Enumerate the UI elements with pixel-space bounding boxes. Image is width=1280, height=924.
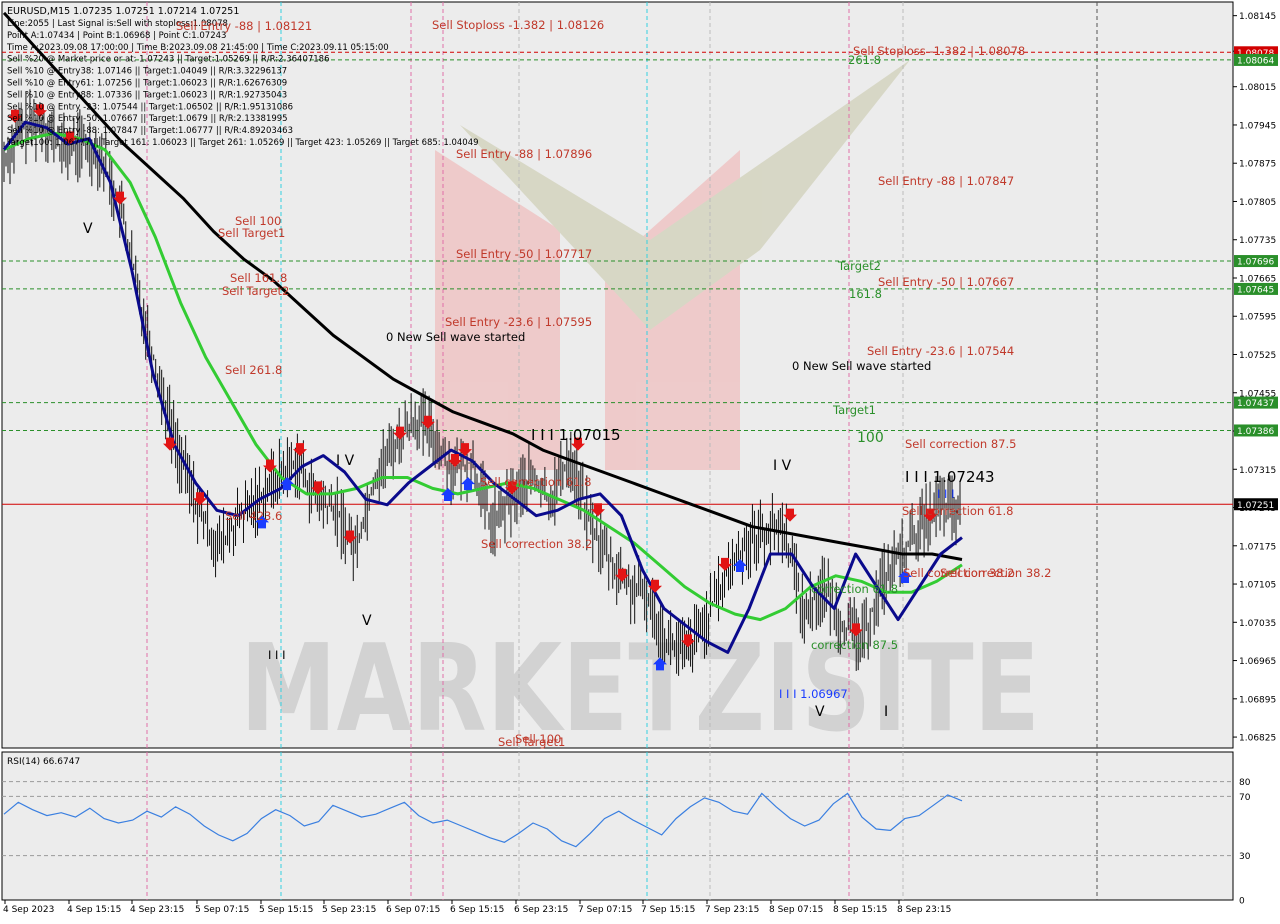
time-tick-label: 8 Sep 07:15 bbox=[769, 905, 823, 915]
chart-annotation: Sell Entry -88 | 1.08121 bbox=[176, 19, 312, 33]
chart-annotation: correction 61.8 bbox=[811, 582, 898, 596]
chart-annotation: 0 New Sell wave started bbox=[792, 359, 931, 373]
info-line: Sell %10 @ Entry38: 1.07146 || Target:1.… bbox=[7, 67, 287, 77]
time-tick-label: 5 Sep 15:15 bbox=[259, 905, 313, 915]
time-tick-label: 5 Sep 23:15 bbox=[322, 905, 376, 915]
chart-annotation: I I I 1.06967 bbox=[779, 687, 848, 701]
chart-annotation: I I I 1.07015 bbox=[531, 426, 621, 444]
price-tick-label: 1.07175 bbox=[1239, 542, 1276, 552]
price-tag-label: 1.08064 bbox=[1237, 56, 1274, 66]
chart-annotation: I bbox=[884, 704, 888, 720]
chart-annotation: Sell correction 87.5 bbox=[905, 437, 1016, 451]
chart-annotation: Sell 423.6 bbox=[225, 509, 282, 523]
chart-annotation: I V bbox=[773, 458, 792, 474]
chart-annotation: 0 New Sell wave started bbox=[386, 330, 525, 344]
price-tick-label: 1.07035 bbox=[1239, 619, 1276, 629]
time-tick-label: 4 Sep 23:15 bbox=[130, 905, 184, 915]
chart-annotation: Sell Target2 bbox=[222, 284, 289, 298]
chart-annotation: Sell correction 61.8 bbox=[902, 504, 1013, 518]
time-tick-label: 4 Sep 15:15 bbox=[67, 905, 121, 915]
time-tick-label: 7 Sep 15:15 bbox=[641, 905, 695, 915]
info-line: Sell %10 @ Entry -88: 1.07847 || Target:… bbox=[7, 126, 293, 136]
rsi-axis-label: 80 bbox=[1239, 778, 1251, 788]
time-tick-label: 8 Sep 23:15 bbox=[897, 905, 951, 915]
price-tick-label: 1.06965 bbox=[1239, 657, 1276, 667]
info-line: Sell %10 @ Entry88: 1.07336 || Target:1.… bbox=[7, 90, 287, 100]
chart-annotation: 261.8 bbox=[848, 53, 881, 67]
time-tick-label: 8 Sep 15:15 bbox=[833, 905, 887, 915]
time-tick-label: 6 Sep 07:15 bbox=[386, 905, 440, 915]
price-tick-label: 1.07875 bbox=[1239, 160, 1276, 170]
chart-annotation: V bbox=[362, 613, 372, 629]
rsi-axis-label: 70 bbox=[1239, 793, 1251, 803]
price-tick-label: 1.08145 bbox=[1239, 12, 1276, 22]
chart-annotation: 161.8 bbox=[849, 287, 882, 301]
chart-annotation: V bbox=[83, 221, 93, 237]
price-tick-label: 1.07105 bbox=[1239, 581, 1276, 591]
info-line: Time A:2023.09.08 17:00:00 | Time B:2023… bbox=[6, 43, 389, 53]
price-tick-label: 1.07735 bbox=[1239, 236, 1276, 246]
chart-annotation: 100 bbox=[857, 430, 884, 446]
chart-annotation: Sell Entry -23.6 | 1.07544 bbox=[867, 344, 1014, 358]
time-tick-label: 7 Sep 07:15 bbox=[578, 905, 632, 915]
time-tick-label: 7 Sep 23:15 bbox=[705, 905, 759, 915]
chart-annotation: V bbox=[815, 704, 825, 720]
rsi-panel-bg bbox=[1, 751, 1234, 901]
chart-annotation: I I I 1.07243 bbox=[905, 468, 995, 486]
info-line: Sell %10 @ Entry -50: 1.07667 || Target:… bbox=[7, 114, 288, 124]
rsi-label: RSI(14) 66.6747 bbox=[7, 757, 80, 767]
price-tag-label: 1.07645 bbox=[1237, 285, 1274, 295]
chart-annotation: Sell correction 61.8 bbox=[480, 475, 591, 489]
chart-annotation: Target1 bbox=[832, 403, 876, 417]
info-line: Sell %10 @ Entry61: 1.07256 || Target:1.… bbox=[7, 79, 287, 89]
chart-annotation: Sell Target1 bbox=[498, 735, 565, 749]
chart-annotation: Sell 261.8 bbox=[225, 363, 282, 377]
symbol-title: EURUSD,M15 1.07235 1.07251 1.07214 1.072… bbox=[7, 6, 239, 17]
chart-canvas: MARKETZISITE EURUSD,M15 1.07235 1.07251 1… bbox=[0, 0, 1280, 920]
chart-annotation: Sell Entry -23.6 | 1.07595 bbox=[445, 315, 592, 329]
info-line: Sell %20 @ Market price or at: 1.07243 |… bbox=[7, 55, 330, 65]
chart-annotation: Sell Entry -88 | 1.07847 bbox=[878, 174, 1014, 188]
info-line: Sell %10 @ Entry -23: 1.07544 || Target:… bbox=[7, 102, 293, 112]
price-tick-label: 1.06825 bbox=[1239, 734, 1276, 744]
chart-annotation: I V bbox=[336, 453, 355, 469]
time-tick-label: 6 Sep 23:15 bbox=[514, 905, 568, 915]
price-tick-label: 1.07315 bbox=[1239, 466, 1276, 476]
price-tag-label: 1.07437 bbox=[1237, 399, 1274, 409]
chart-annotation: Sell Entry -50 | 1.07667 bbox=[878, 275, 1014, 289]
time-tick-label: 4 Sep 2023 bbox=[3, 905, 54, 915]
watermark-text: MARKETZISITE bbox=[240, 620, 1040, 759]
rsi-axis-label: 0 bbox=[1239, 897, 1245, 907]
price-tick-label: 1.07945 bbox=[1239, 121, 1276, 131]
chart-annotation: Sell correction 38.2 bbox=[903, 566, 1014, 580]
price-tick-label: 1.07595 bbox=[1239, 313, 1276, 323]
chart-annotation: Target2 bbox=[837, 259, 881, 273]
price-tick-label: 1.07805 bbox=[1239, 198, 1276, 208]
chart-annotation: I I I bbox=[937, 487, 955, 501]
price-tag-label: 1.07251 bbox=[1237, 501, 1274, 511]
price-tick-label: 1.06895 bbox=[1239, 695, 1276, 705]
price-tick-label: 1.08015 bbox=[1239, 83, 1276, 93]
price-tag-label: 1.07696 bbox=[1237, 258, 1274, 268]
info-line: Target100: 1.06777 || Target 161: 1.0602… bbox=[6, 138, 479, 148]
chart-annotation: Sell Entry -88 | 1.07896 bbox=[456, 147, 592, 161]
price-tag-label: 1.07386 bbox=[1237, 427, 1274, 437]
chart-annotation: Sell Entry -50 | 1.07717 bbox=[456, 247, 592, 261]
chart-annotation: Sell Stoploss -1.382 | 1.08126 bbox=[432, 18, 604, 32]
chart-annotation: correction 87.5 bbox=[811, 638, 898, 652]
chart-annotation: Sell correction 38.2 bbox=[481, 537, 592, 551]
chart-annotation: Sell 161.8 bbox=[230, 271, 287, 285]
time-tick-label: 5 Sep 07:15 bbox=[195, 905, 249, 915]
time-tick-label: 6 Sep 15:15 bbox=[450, 905, 504, 915]
rsi-axis-label: 30 bbox=[1239, 852, 1251, 862]
chart-annotation: I I I bbox=[268, 648, 286, 662]
price-tick-label: 1.07525 bbox=[1239, 351, 1276, 361]
chart-annotation: Sell Target1 bbox=[218, 226, 285, 240]
